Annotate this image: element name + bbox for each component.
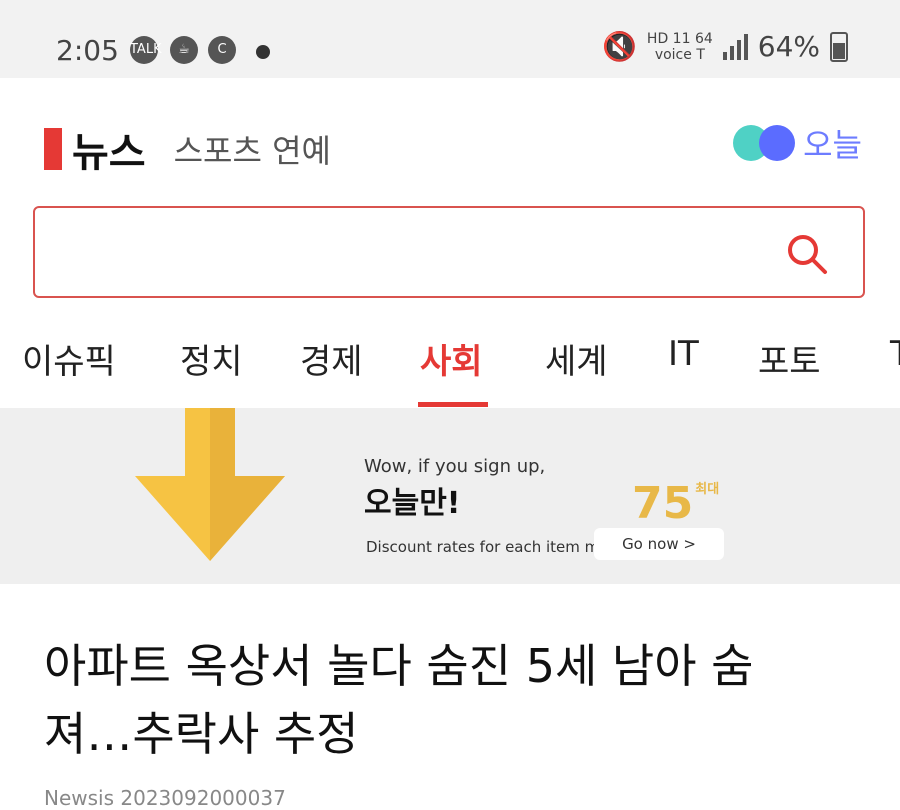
- tab-society[interactable]: 사회: [420, 334, 483, 383]
- battery-percent: 64%: [757, 30, 820, 63]
- tab-issue-pick[interactable]: 이슈픽: [22, 334, 116, 383]
- logo-text: 뉴스: [72, 130, 146, 176]
- signal-icon: [722, 33, 748, 60]
- search-icon[interactable]: [785, 232, 829, 276]
- tab-economy[interactable]: 경제: [300, 334, 363, 383]
- today-label: 오늘: [803, 126, 862, 164]
- banner-max-label: 최대: [695, 482, 720, 497]
- status-bar: 2:05 TALK ☕ C 🔇 HD 11 64 voice T 64%: [0, 0, 900, 78]
- category-tabs: 이슈픽 정치 경제 사회 세계 IT 포토 T: [0, 322, 900, 409]
- search-box[interactable]: [33, 206, 865, 298]
- active-tab-indicator: [418, 402, 488, 407]
- tab-photo[interactable]: 포토: [758, 334, 821, 383]
- network-label: HD 11 64: [646, 30, 713, 47]
- tab-more[interactable]: T: [890, 334, 900, 374]
- network-indicator: HD 11 64 voice T: [647, 31, 713, 63]
- today-button[interactable]: 오늘: [733, 120, 862, 166]
- logo-mark-icon: [44, 128, 62, 170]
- banner-line1: Wow, if you sign up,: [364, 456, 546, 477]
- banner-line2: 오늘만!: [364, 486, 461, 521]
- promo-banner[interactable]: Wow, if you sign up, 오늘만! Discount rates…: [0, 408, 900, 584]
- mute-icon: 🔇: [602, 30, 637, 63]
- article-title[interactable]: 아파트 옥상서 놀다 숨진 5세 남아 숨 져…추락사 추정: [44, 632, 864, 768]
- dot-icon: [256, 45, 270, 59]
- tab-it[interactable]: IT: [668, 334, 699, 374]
- article-title-line2: 져…추락사 추정: [44, 707, 359, 761]
- banner-percent: 75 최대: [632, 478, 719, 529]
- go-now-button[interactable]: Go now >: [594, 528, 724, 560]
- down-arrow-icon: [135, 408, 285, 561]
- article-title-line1: 아파트 옥상서 놀다 숨진 5세 남아 숨: [44, 639, 754, 693]
- tab-world[interactable]: 세계: [545, 334, 608, 383]
- status-time: 2:05: [56, 34, 119, 67]
- tab-politics[interactable]: 정치: [180, 334, 243, 383]
- search-input[interactable]: [53, 228, 757, 280]
- battery-icon: [830, 31, 848, 62]
- article-source: Newsis 2023092000037: [44, 786, 286, 810]
- today-dot2-icon: [759, 125, 796, 161]
- carrier-label: voice T: [654, 46, 705, 63]
- banner-line3: Discount rates for each item ma: [366, 538, 609, 556]
- app-header: 뉴스 스포츠 연예 오늘: [0, 78, 900, 206]
- c-icon: C: [208, 36, 236, 64]
- talk-icon: TALK: [130, 36, 162, 64]
- banner-percent-value: 75: [632, 478, 694, 529]
- logo[interactable]: 뉴스 스포츠 연예: [44, 120, 331, 178]
- coffee-icon: ☕: [170, 36, 198, 64]
- header-sub-tabs[interactable]: 스포츠 연예: [174, 126, 331, 172]
